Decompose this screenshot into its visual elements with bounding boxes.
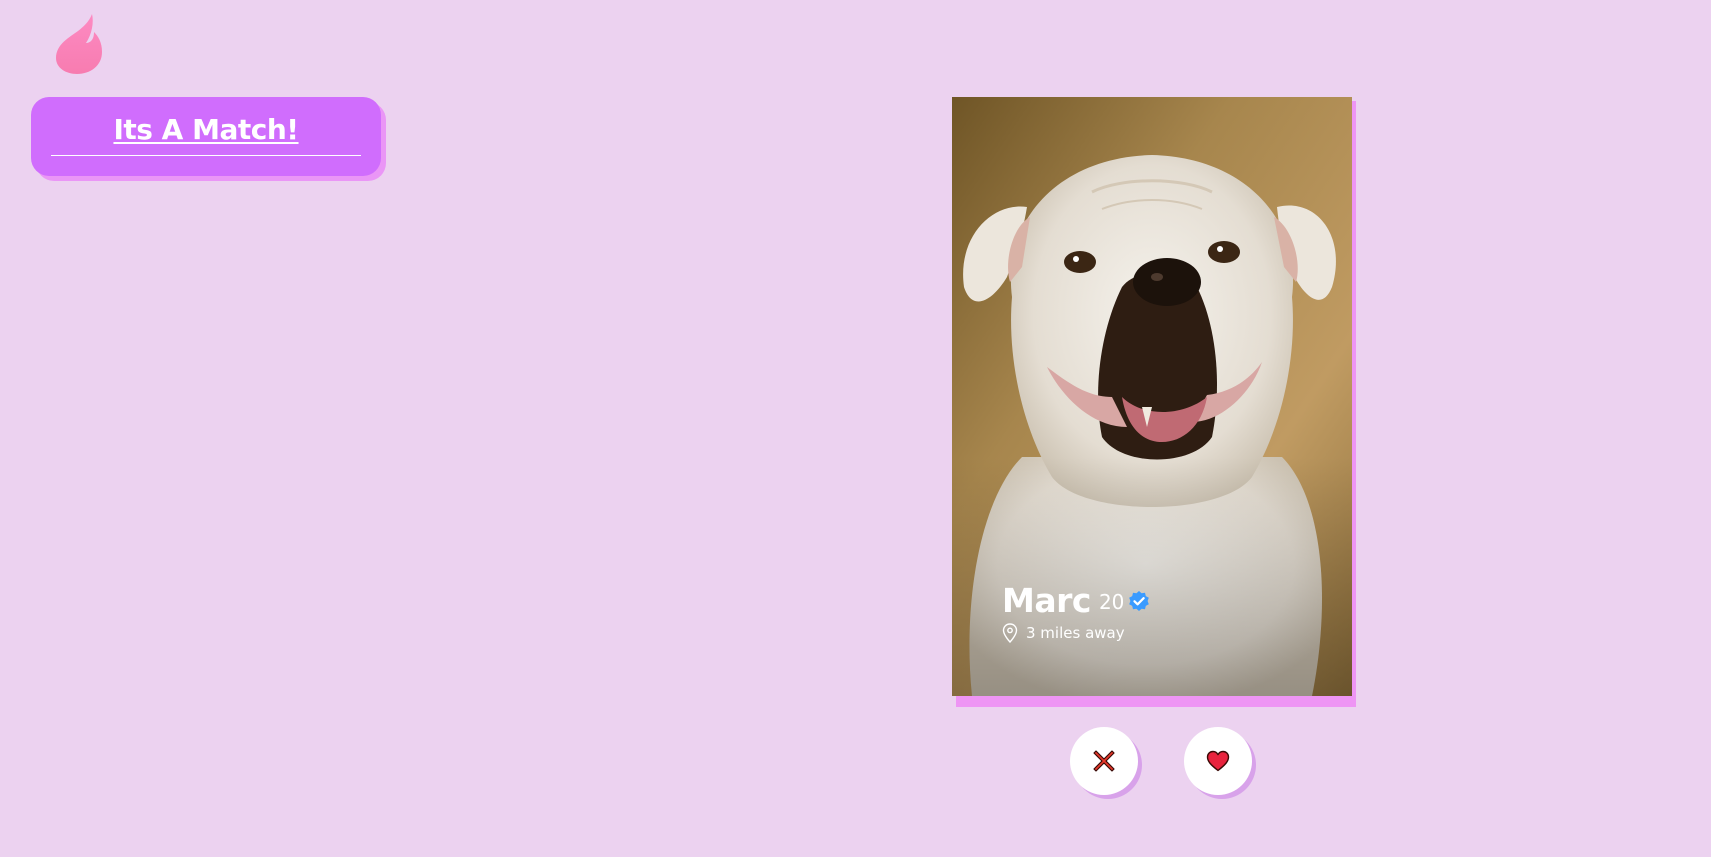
map-pin-icon (1002, 623, 1018, 643)
cross-icon (1093, 750, 1115, 772)
name-row: Marc 20 (1002, 579, 1151, 621)
nope-button[interactable] (1070, 727, 1138, 795)
divider (51, 155, 361, 156)
location-row: 3 miles away (1002, 623, 1151, 643)
its-a-match-button[interactable]: Its A Match! (31, 97, 381, 176)
flame-logo-icon (52, 12, 106, 74)
profile-info: Marc 20 3 miles away (1002, 579, 1151, 643)
its-a-match-label: Its A Match! (113, 113, 299, 146)
verified-badge-icon (1129, 591, 1150, 611)
like-button[interactable] (1184, 727, 1252, 795)
heart-icon (1206, 750, 1230, 772)
distance-label: 3 miles away (1026, 624, 1125, 642)
profile-card[interactable]: Marc 20 3 miles away (952, 97, 1352, 696)
profile-age: 20 (1098, 590, 1125, 614)
profile-name: Marc (1002, 580, 1091, 620)
